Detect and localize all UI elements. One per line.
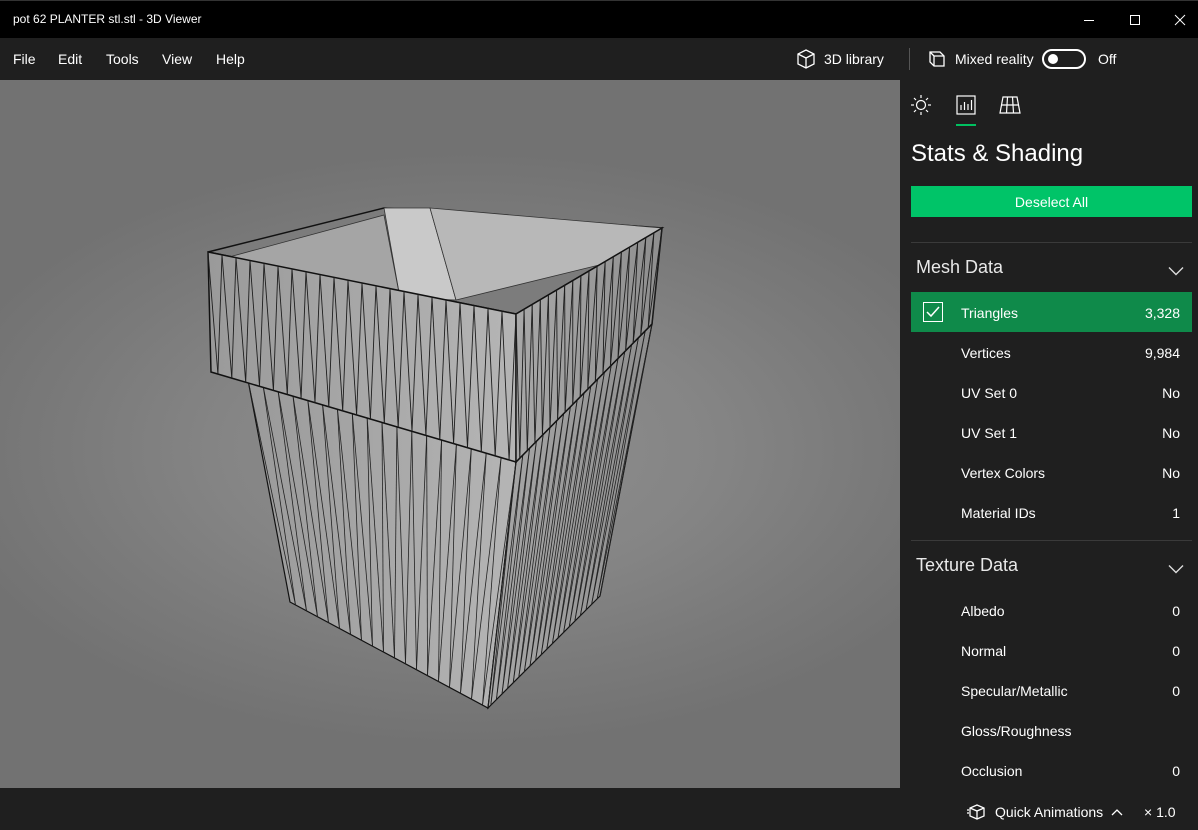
stat-row-specular-metallic[interactable]: Specular/Metallic 0 <box>911 670 1192 710</box>
3d-viewport[interactable] <box>0 80 900 788</box>
stat-value: No <box>1162 425 1180 441</box>
animation-cube-icon <box>967 804 985 820</box>
stats-panel: Stats & Shading Deselect All Mesh Data T… <box>900 80 1198 788</box>
stat-label: Specular/Metallic <box>961 683 1068 699</box>
stat-value: 0 <box>1172 683 1180 699</box>
chevron-down-icon <box>1168 267 1184 276</box>
speed-selector[interactable]: × 1.0 <box>1144 804 1176 820</box>
quick-animations-button[interactable]: Quick Animations <box>967 804 1123 820</box>
mixed-reality-icon <box>929 51 945 67</box>
menu-tools[interactable]: Tools <box>106 51 139 67</box>
mesh-data-heading: Mesh Data <box>916 257 1004 277</box>
stat-row-material-ids[interactable]: Material IDs 1 <box>911 492 1192 532</box>
stat-value: 1 <box>1172 505 1180 521</box>
chevron-down-icon <box>1168 565 1184 574</box>
panel-title: Stats & Shading <box>911 140 1084 167</box>
close-button[interactable] <box>1157 5 1198 35</box>
stat-row-gloss-roughness[interactable]: Gloss/Roughness <box>911 710 1192 750</box>
close-icon <box>1174 14 1186 26</box>
window-title: pot 62 PLANTER stl.stl - 3D Viewer <box>13 12 202 26</box>
mixed-reality-state: Off <box>1098 51 1117 67</box>
stat-label: Normal <box>961 643 1007 659</box>
stat-row-uv-set-0[interactable]: UV Set 0 No <box>911 372 1192 412</box>
stat-row-vertices[interactable]: Vertices 9,984 <box>911 332 1192 372</box>
stat-value: No <box>1162 465 1180 481</box>
stat-value: No <box>1162 385 1180 401</box>
stat-row-uv-set-1[interactable]: UV Set 1 No <box>911 412 1192 452</box>
mesh-data-toggle[interactable] <box>1168 263 1184 276</box>
active-tab-indicator <box>956 124 976 126</box>
tab-stats[interactable] <box>953 92 979 118</box>
texture-data-heading: Texture Data <box>916 555 1019 575</box>
menu-file[interactable]: File <box>13 51 36 67</box>
mixed-reality-label: Mixed reality <box>955 51 1034 67</box>
deselect-all-button[interactable]: Deselect All <box>911 186 1192 217</box>
tab-lighting[interactable] <box>908 92 934 118</box>
stat-label: UV Set 0 <box>961 385 1018 401</box>
stat-row-vertex-colors[interactable]: Vertex Colors No <box>911 452 1192 492</box>
toggle-knob <box>1048 54 1058 64</box>
stat-row-normal[interactable]: Normal 0 <box>911 630 1192 670</box>
divider <box>911 242 1192 243</box>
stat-value: 0 <box>1172 763 1180 779</box>
menu-help[interactable]: Help <box>216 51 245 67</box>
stats-icon <box>956 95 976 115</box>
stat-label: Material IDs <box>961 505 1036 521</box>
stat-label: Vertices <box>961 345 1011 361</box>
stat-value: 0 <box>1172 643 1180 659</box>
title-bar: pot 62 PLANTER stl.stl - 3D Viewer <box>0 0 1198 38</box>
divider <box>911 540 1192 541</box>
stat-label: Occlusion <box>961 763 1023 779</box>
stat-label: Gloss/Roughness <box>961 723 1072 739</box>
menu-edit[interactable]: Edit <box>58 51 82 67</box>
mixed-reality-toggle[interactable] <box>1042 49 1086 69</box>
maximize-icon <box>1130 15 1140 25</box>
3d-library-button[interactable]: 3D library <box>795 46 884 72</box>
stat-value: 3,328 <box>1144 305 1180 321</box>
minimize-icon <box>1084 20 1094 21</box>
status-bar: Quick Animations × 1.0 <box>0 788 1198 830</box>
stat-label: UV Set 1 <box>961 425 1018 441</box>
stat-row-albedo[interactable]: Albedo 0 <box>911 590 1192 630</box>
mixed-reality-button[interactable]: Mixed reality <box>926 46 1034 72</box>
menu-view[interactable]: View <box>162 51 192 67</box>
stat-value: 9,984 <box>1144 345 1180 361</box>
menu-divider <box>909 48 910 70</box>
planter-model[interactable] <box>0 80 900 788</box>
texture-data-toggle[interactable] <box>1168 561 1184 574</box>
stat-row-occlusion[interactable]: Occlusion 0 <box>911 750 1192 788</box>
sun-icon <box>911 95 931 115</box>
grid-icon <box>999 96 1021 114</box>
stat-label: Albedo <box>961 603 1005 619</box>
menu-bar: File Edit Tools View Help 3D library Mix… <box>0 38 1198 80</box>
stat-label: Vertex Colors <box>961 465 1046 481</box>
checkbox-checked-icon[interactable] <box>923 302 943 322</box>
cube-icon <box>797 49 815 69</box>
3d-library-label: 3D library <box>824 51 884 67</box>
chevron-up-icon <box>1111 809 1123 816</box>
stat-label: Triangles <box>961 305 1019 321</box>
minimize-button[interactable] <box>1066 5 1112 35</box>
stat-row-triangles[interactable]: Triangles 3,328 <box>911 292 1192 332</box>
quick-animations-label: Quick Animations <box>995 804 1104 820</box>
maximize-button[interactable] <box>1112 5 1158 35</box>
stat-value: 0 <box>1172 603 1180 619</box>
tab-mesh-grid[interactable] <box>997 92 1023 118</box>
